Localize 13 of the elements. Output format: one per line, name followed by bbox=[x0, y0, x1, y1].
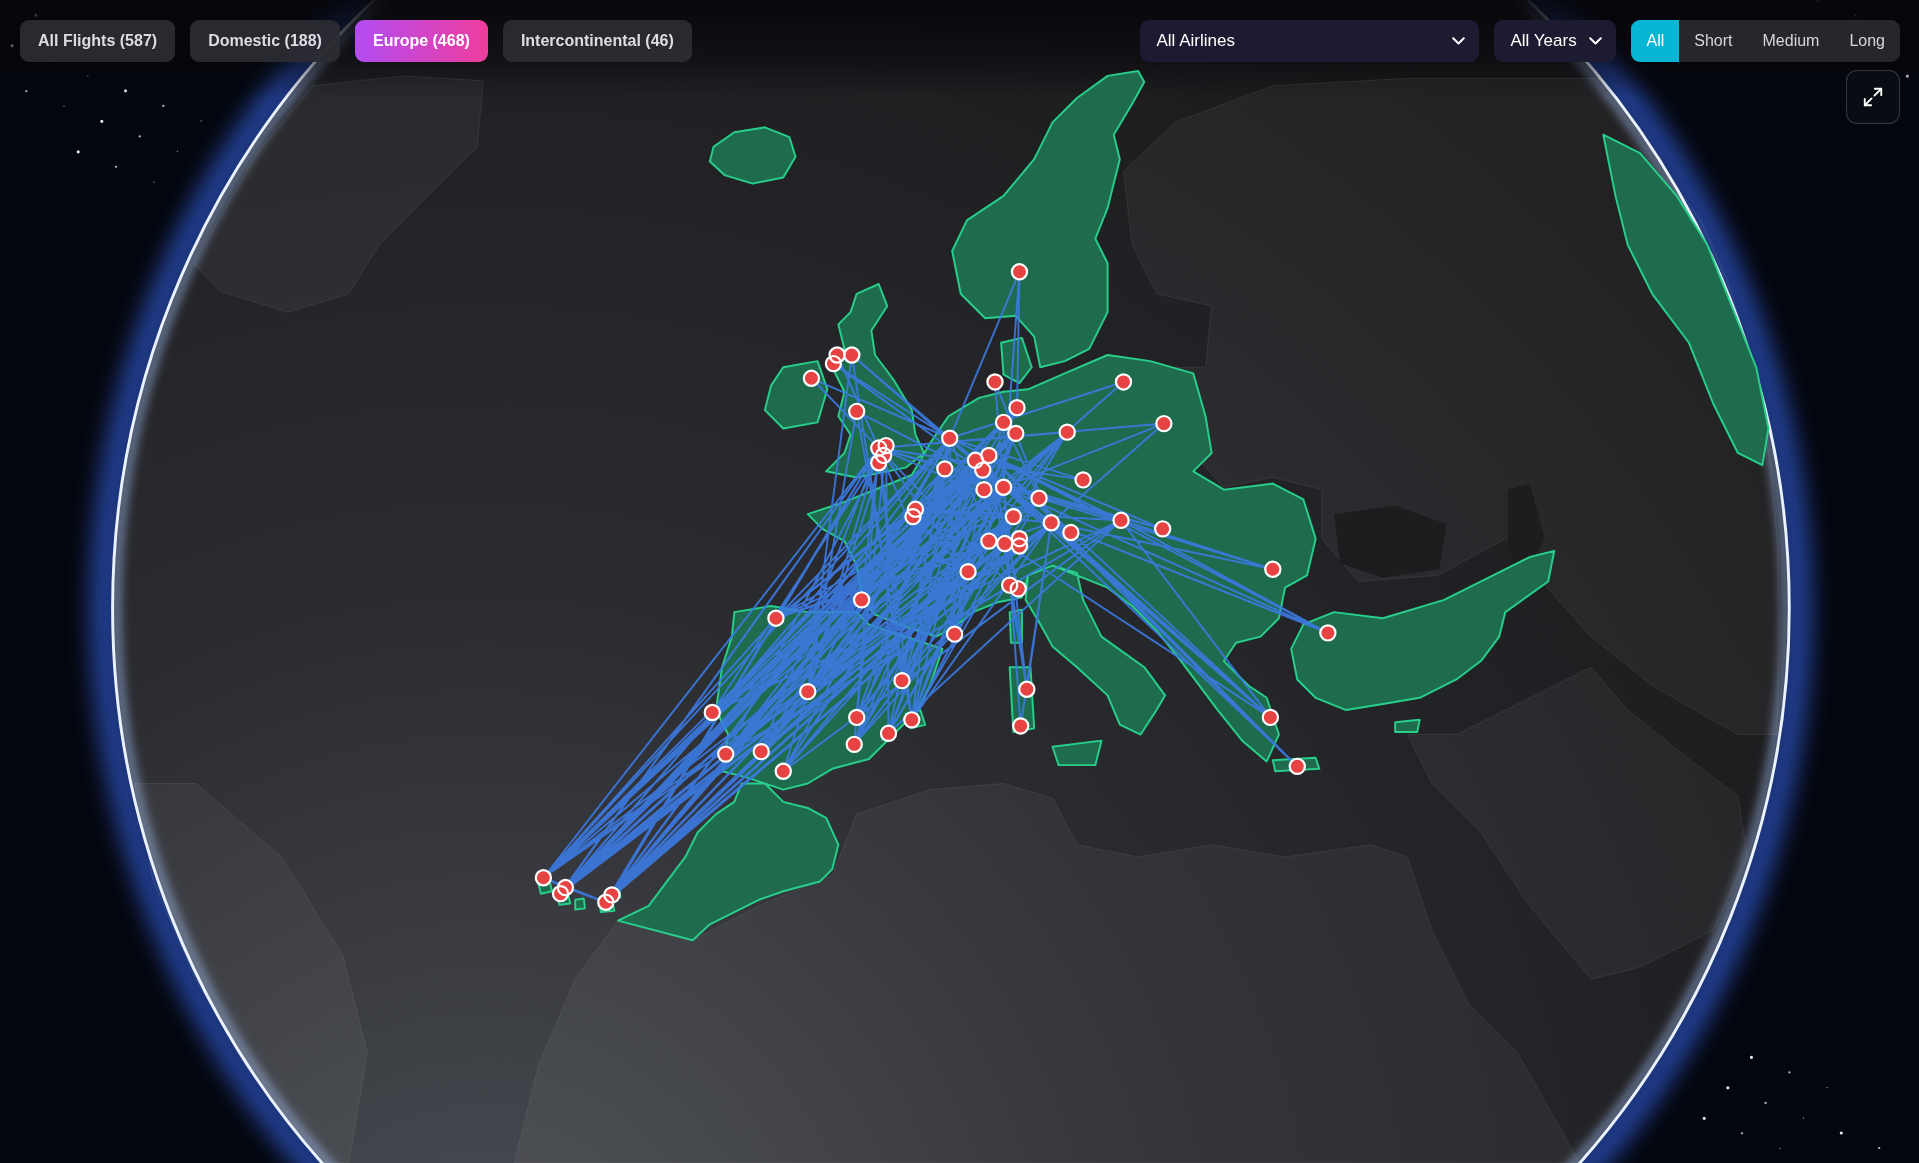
category-tab[interactable]: All Flights (587) bbox=[20, 20, 176, 62]
distance-tab[interactable]: Long bbox=[1834, 20, 1900, 62]
year-dropdown[interactable]: All Years bbox=[1494, 20, 1617, 62]
chevron-down-icon bbox=[1589, 37, 1603, 45]
chevron-down-icon bbox=[1452, 37, 1466, 45]
distance-tab[interactable]: Medium bbox=[1747, 20, 1835, 62]
expand-icon bbox=[1862, 86, 1884, 108]
airline-dropdown[interactable]: All Airlines bbox=[1140, 20, 1480, 62]
distance-tab[interactable]: Short bbox=[1679, 20, 1748, 62]
category-tab[interactable]: Domestic (188) bbox=[190, 20, 340, 62]
category-tab[interactable]: Intercontinental (46) bbox=[502, 20, 692, 62]
category-tab[interactable]: Europe (468) bbox=[354, 20, 488, 62]
fullscreen-button[interactable] bbox=[1846, 70, 1900, 124]
